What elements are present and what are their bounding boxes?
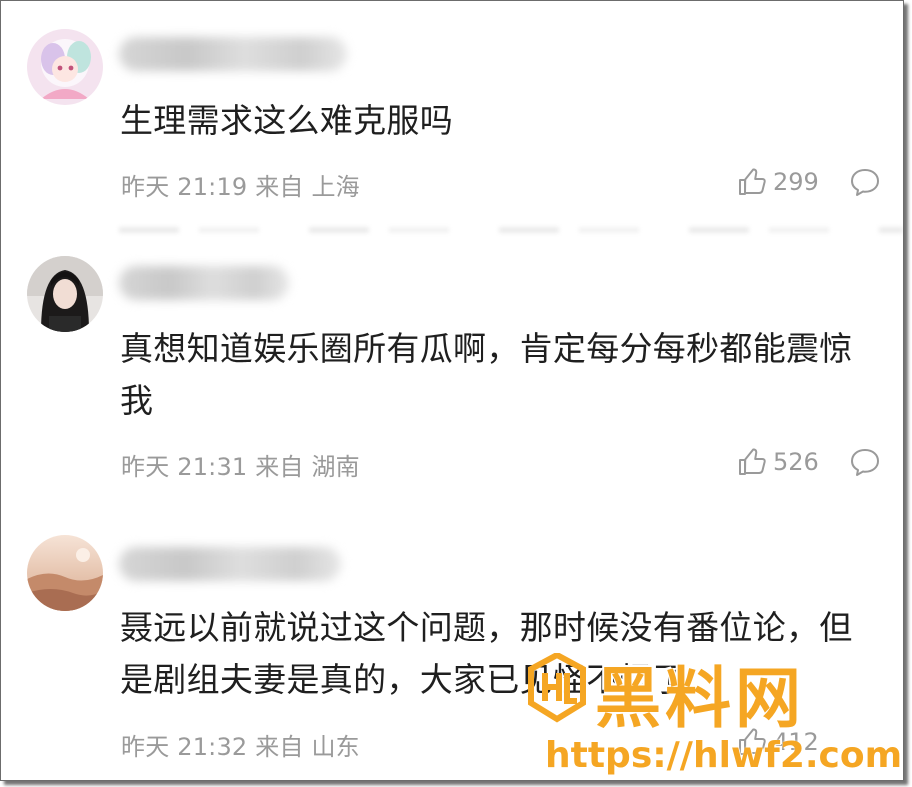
watermark-logo-icon <box>528 653 586 723</box>
thumbs-up-icon <box>739 448 766 475</box>
avatar[interactable] <box>27 535 103 611</box>
watermark: 黑料网 https://hlwf2.com <box>521 651 903 780</box>
username-blurred[interactable] <box>119 547 341 581</box>
divider <box>119 227 903 233</box>
watermark-title: 黑料网 <box>595 660 805 737</box>
thumbs-up-icon <box>739 168 766 195</box>
like-button[interactable]: 526 <box>737 447 819 477</box>
comment-list: 生理需求这么难克服吗 昨天 21:19 来自 上海 299 真想知道娱乐圈所有瓜… <box>0 0 904 781</box>
reply-button[interactable] <box>849 447 881 477</box>
like-button[interactable]: 299 <box>737 167 819 197</box>
comment-text: 生理需求这么难克服吗 <box>120 101 453 140</box>
comment-time-location: 昨天 21:31 来自 湖南 <box>121 453 360 481</box>
reply-button[interactable] <box>849 167 881 197</box>
speech-bubble-icon <box>851 449 879 476</box>
comment-time-location: 昨天 21:32 来自 山东 <box>121 733 360 761</box>
avatar[interactable] <box>27 256 103 332</box>
speech-bubble-icon <box>851 169 879 196</box>
comment-text: 真想知道娱乐圈所有瓜啊，肯定每分每秒都能震惊我 <box>120 329 853 420</box>
username-blurred[interactable] <box>119 266 289 300</box>
avatar[interactable] <box>27 29 103 105</box>
like-count: 526 <box>773 448 819 476</box>
comment-time-location: 昨天 21:19 来自 上海 <box>121 173 360 201</box>
watermark-url: https://hlwf2.com <box>545 735 903 776</box>
username-blurred[interactable] <box>119 37 347 71</box>
like-count: 299 <box>773 168 819 196</box>
